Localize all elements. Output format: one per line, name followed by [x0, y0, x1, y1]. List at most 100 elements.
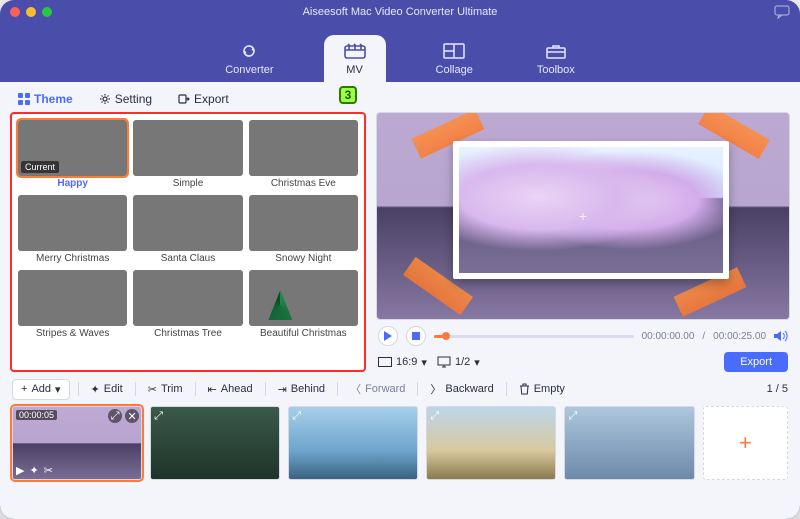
scissors-icon: ✂ [148, 383, 157, 396]
wand-icon[interactable]: ✦ [29, 464, 38, 477]
expand-icon[interactable]: ⤢ [568, 410, 577, 423]
theme-item[interactable]: Merry Christmas [18, 195, 127, 264]
timeline-clip[interactable]: ⤢ [426, 406, 556, 480]
theme-item[interactable]: Santa Claus [133, 195, 242, 264]
preview-viewport[interactable]: + [376, 112, 790, 320]
add-button[interactable]: + Add ▾ [12, 379, 70, 400]
expand-icon[interactable]: ⤢ [154, 410, 163, 423]
timeline-clip[interactable]: ⤢ [288, 406, 418, 480]
close-window-button[interactable] [10, 7, 20, 17]
play-clip-icon[interactable]: ▶ [16, 464, 24, 477]
subtab-export[interactable]: Export [174, 90, 233, 108]
chevron-down-icon: ▾ [474, 356, 480, 369]
ratio-row: 16:9 ▾ 1/2 ▾ Export [376, 348, 790, 372]
wand-icon: ✦ [91, 383, 100, 396]
theme-label: Christmas Tree [154, 328, 222, 339]
tab-converter[interactable]: Converter [211, 35, 287, 82]
expand-icon[interactable]: ⤢ [430, 410, 439, 423]
mv-subtabs: Theme Setting Export 3 [10, 88, 790, 112]
mv-icon [342, 41, 368, 61]
minimize-window-button[interactable] [26, 7, 36, 17]
theme-thumb [18, 270, 127, 326]
tab-collage[interactable]: Collage [422, 35, 487, 82]
theme-label: Santa Claus [161, 253, 215, 264]
theme-label: Simple [173, 178, 204, 189]
theme-item[interactable]: Stripes & Waves [18, 270, 127, 339]
volume-icon[interactable] [774, 330, 788, 342]
theme-thumb [249, 270, 358, 326]
export-icon [178, 93, 190, 105]
maximize-window-button[interactable] [42, 7, 52, 17]
theme-item[interactable]: CurrentHappy [18, 120, 127, 189]
edit-button[interactable]: ✦ Edit [87, 380, 127, 399]
titlebar: Aiseesoft Mac Video Converter Ultimate [0, 0, 800, 24]
forward-button[interactable]: 〈 Forward [346, 378, 409, 400]
tab-label: MV [346, 64, 363, 76]
theme-thumb [249, 120, 358, 176]
theme-thumb [133, 195, 242, 251]
add-clip-button[interactable]: + [703, 406, 788, 480]
ahead-icon: ⇤ [208, 383, 217, 396]
export-button[interactable]: Export [724, 352, 788, 372]
time-current: 00:00:00.00 [642, 331, 695, 342]
player-controls: 00:00:00.00/00:00:25.00 [376, 320, 790, 348]
gear-icon [99, 93, 111, 105]
theme-panel[interactable]: CurrentHappy Simple Christmas Eve Merry Chr… [10, 112, 366, 372]
main-nav: Converter MV Collage Toolbox [0, 24, 800, 82]
behind-button[interactable]: ⇥ Behind [274, 380, 329, 399]
subtab-label: Setting [115, 92, 152, 106]
tab-label: Toolbox [537, 64, 575, 76]
backward-button[interactable]: 〉 Backward [426, 378, 497, 400]
tab-label: Collage [436, 64, 473, 76]
converter-icon [236, 41, 262, 61]
stop-button[interactable] [406, 326, 426, 346]
screen-count: 1/2 [455, 356, 470, 368]
theme-item[interactable]: Beautiful Christmas [249, 270, 358, 339]
subtab-theme[interactable]: Theme [14, 90, 77, 108]
timeline[interactable]: 00:00:05⤢✕▶✦✂⤢⤢⤢⤢+ [10, 406, 790, 482]
preview-panel: + 00:00:00.00/00:00:25.00 [376, 112, 790, 372]
forward-icon: 〈 [350, 381, 361, 397]
expand-icon[interactable]: ⤢ [292, 410, 301, 423]
remove-clip-icon[interactable]: ✕ [125, 409, 139, 423]
empty-button[interactable]: Empty [515, 380, 569, 398]
theme-label: Stripes & Waves [36, 328, 110, 339]
feedback-icon[interactable] [774, 5, 790, 19]
theme-item[interactable]: Simple [133, 120, 242, 189]
app-window: Aiseesoft Mac Video Converter Ultimate C… [0, 0, 800, 519]
timeline-clip[interactable]: ⤢ [564, 406, 694, 480]
screen-select[interactable]: 1/2 ▾ [437, 356, 480, 369]
theme-thumb [133, 120, 242, 176]
chevron-down-icon: ▾ [55, 383, 61, 396]
theme-grid: CurrentHappy Simple Christmas Eve Merry Chr… [18, 120, 358, 339]
trash-icon [519, 383, 530, 395]
tab-mv[interactable]: MV [324, 35, 386, 82]
plus-icon: + [21, 383, 27, 395]
crosshair-icon: + [576, 209, 590, 223]
timeline-clip[interactable]: 00:00:05 ⤢✕ ▶ ✦ ✂ [12, 406, 142, 480]
play-button[interactable] [378, 326, 398, 346]
trim-button[interactable]: ✂ Trim [144, 380, 187, 399]
theme-item[interactable]: Snowy Night [249, 195, 358, 264]
theme-label: Christmas Eve [271, 178, 336, 189]
grid-icon [18, 93, 30, 105]
theme-label: Beautiful Christmas [260, 328, 347, 339]
collage-icon [441, 41, 467, 61]
seek-bar[interactable] [434, 335, 634, 338]
window-controls [10, 7, 52, 17]
subtab-setting[interactable]: Setting [95, 90, 156, 108]
aspect-ratio-select[interactable]: 16:9 ▾ [378, 356, 427, 369]
theme-label: Happy [57, 178, 88, 189]
clip-pager: 1 / 5 [767, 383, 788, 395]
scissors-icon[interactable]: ✂ [44, 464, 53, 477]
theme-item[interactable]: Christmas Eve [249, 120, 358, 189]
ahead-button[interactable]: ⇤ Ahead [204, 380, 257, 399]
time-total: 00:00:25.00 [713, 331, 766, 342]
aspect-ratio-label: 16:9 [396, 356, 417, 368]
theme-item[interactable]: Christmas Tree [133, 270, 242, 339]
clip-duration: 00:00:05 [16, 410, 57, 420]
backward-icon: 〉 [430, 381, 441, 397]
timeline-clip[interactable]: ⤢ [150, 406, 280, 480]
tab-toolbox[interactable]: Toolbox [523, 35, 589, 82]
expand-icon[interactable]: ⤢ [108, 409, 122, 423]
